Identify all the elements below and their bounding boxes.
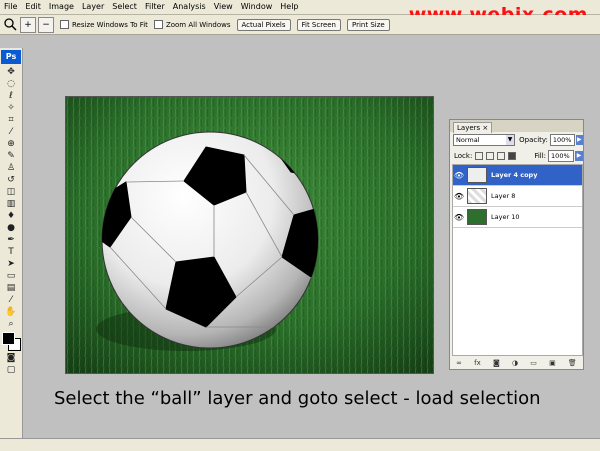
stamp-tool-icon[interactable]: ♙: [0, 162, 22, 174]
eye-icon[interactable]: 👁: [453, 171, 465, 180]
menu-select[interactable]: Select: [108, 0, 141, 14]
print-size-button[interactable]: Print Size: [347, 18, 390, 31]
menu-filter[interactable]: Filter: [141, 0, 169, 14]
menu-file[interactable]: File: [0, 0, 21, 14]
zoom-tool-icon[interactable]: [2, 17, 18, 33]
menu-layer[interactable]: Layer: [78, 0, 108, 14]
lock-position-icon[interactable]: [497, 152, 506, 160]
layers-panel-titlebar[interactable]: Layers ×: [450, 120, 583, 133]
adjustment-layer-icon[interactable]: ◑: [512, 359, 518, 367]
layer-row-layer-4-copy[interactable]: 👁 Layer 4 copy: [453, 165, 582, 186]
new-layer-icon[interactable]: ▣: [549, 359, 556, 367]
blend-mode-value: Normal: [456, 136, 480, 144]
menu-help[interactable]: Help: [276, 0, 302, 14]
zoom-in-icon[interactable]: +: [20, 16, 36, 33]
type-tool-icon[interactable]: T: [0, 246, 22, 258]
layer-row-layer-10[interactable]: 👁 Layer 10: [453, 207, 582, 228]
layers-panel: Layers × Normal ▼ Opacity: 100% ▶ Lock: F…: [449, 119, 584, 370]
layers-tab-label: Layers: [457, 124, 481, 132]
layer-name: Layer 4 copy: [491, 171, 538, 179]
resize-windows-checkbox[interactable]: Resize Windows To Fit: [60, 20, 148, 29]
hand-tool-icon[interactable]: ✋: [0, 306, 22, 318]
checkbox-box[interactable]: [60, 20, 69, 29]
lock-label: Lock:: [454, 152, 473, 160]
history-brush-tool-icon[interactable]: ↺: [0, 174, 22, 186]
quick-mask-icon[interactable]: ◙: [0, 352, 22, 364]
layer-style-icon[interactable]: fx: [474, 359, 481, 367]
lock-transparent-icon[interactable]: [475, 152, 484, 160]
fill-label: Fill:: [534, 152, 547, 160]
shape-tool-icon[interactable]: ▭: [0, 270, 22, 282]
layer-row-layer-8[interactable]: 👁 Layer 8: [453, 186, 582, 207]
tutorial-caption: Select the “ball” layer and goto select …: [54, 388, 541, 409]
zoom-all-windows-checkbox[interactable]: Zoom All Windows: [153, 20, 231, 29]
zoom-all-windows-label: Zoom All Windows: [165, 20, 231, 29]
blend-opacity-row: Normal ▼ Opacity: 100% ▶: [450, 132, 584, 148]
eye-icon[interactable]: 👁: [453, 192, 465, 201]
trash-icon[interactable]: 🗑: [568, 359, 577, 367]
layer-thumbnail: [467, 209, 487, 225]
layer-thumbnail: [467, 188, 487, 204]
pen-tool-icon[interactable]: ✒: [0, 234, 22, 246]
layers-tab[interactable]: Layers ×: [453, 122, 493, 133]
eyedropper-tool-icon[interactable]: ⁄: [0, 126, 22, 138]
status-bar: [0, 438, 600, 451]
opacity-field[interactable]: 100%: [549, 134, 575, 146]
eyedropper-2-tool-icon[interactable]: ⁄: [0, 294, 22, 306]
ps-logo: Ps: [1, 50, 21, 64]
layer-name: Layer 8: [491, 192, 516, 200]
crop-tool-icon[interactable]: ⌗: [0, 114, 22, 126]
link-layers-icon[interactable]: ∞: [456, 359, 462, 367]
gradient-tool-icon[interactable]: ▥: [0, 198, 22, 210]
opacity-label: Opacity:: [519, 136, 548, 144]
lock-pixels-icon[interactable]: [486, 152, 495, 160]
dodge-tool-icon[interactable]: ●: [0, 222, 22, 234]
layer-mask-icon[interactable]: ◙: [493, 359, 500, 367]
fill-field[interactable]: 100%: [548, 150, 575, 162]
eraser-tool-icon[interactable]: ◫: [0, 186, 22, 198]
blur-tool-icon[interactable]: ♦: [0, 210, 22, 222]
menu-window[interactable]: Window: [237, 0, 277, 14]
healing-brush-tool-icon[interactable]: ⊕: [0, 138, 22, 150]
lock-all-icon[interactable]: [508, 152, 517, 160]
menu-edit[interactable]: Edit: [21, 0, 45, 14]
menu-analysis[interactable]: Analysis: [169, 0, 210, 14]
blend-mode-select[interactable]: Normal ▼: [453, 134, 516, 146]
toolbox: Ps ✥ ◌ ℓ ✧ ⌗ ⁄ ⊕ ✎ ♙ ↺ ◫ ▥ ♦ ● ✒ T ➤ ▭ ▤…: [0, 48, 23, 438]
color-swatches[interactable]: [0, 330, 22, 352]
zoom-out-icon[interactable]: −: [38, 16, 54, 33]
layer-thumbnail: [467, 167, 487, 183]
notes-tool-icon[interactable]: ▤: [0, 282, 22, 294]
brush-tool-icon[interactable]: ✎: [0, 150, 22, 162]
marquee-tool-icon[interactable]: ◌: [0, 78, 22, 90]
layer-list: 👁 Layer 4 copy 👁 Layer 8 👁 Layer 10: [452, 164, 583, 356]
magic-wand-tool-icon[interactable]: ✧: [0, 102, 22, 114]
screen-mode-icon[interactable]: ▢: [0, 364, 22, 376]
document-canvas[interactable]: [65, 96, 434, 374]
eye-icon[interactable]: 👁: [453, 213, 465, 222]
fill-arrow-icon[interactable]: ▶: [575, 151, 584, 161]
actual-pixels-button[interactable]: Actual Pixels: [236, 18, 291, 31]
layers-panel-footer: ∞ fx ◙ ◑ ▭ ▣ 🗑: [450, 356, 583, 369]
checkbox-box[interactable]: [153, 20, 163, 29]
lasso-tool-icon[interactable]: ℓ: [0, 90, 22, 102]
path-select-tool-icon[interactable]: ➤: [0, 258, 22, 270]
menu-image[interactable]: Image: [45, 0, 78, 14]
move-tool-icon[interactable]: ✥: [0, 66, 22, 78]
opacity-arrow-icon[interactable]: ▶: [575, 135, 584, 145]
lock-fill-row: Lock: Fill: 100% ▶: [450, 148, 584, 164]
menu-view[interactable]: View: [210, 0, 237, 14]
resize-windows-label: Resize Windows To Fit: [72, 20, 148, 29]
foreground-color-swatch[interactable]: [2, 332, 15, 345]
zoom-tool-icon[interactable]: ⌕: [0, 318, 22, 330]
fit-screen-button[interactable]: Fit Screen: [296, 18, 341, 31]
chevron-down-icon[interactable]: ▼: [506, 135, 515, 145]
new-group-icon[interactable]: ▭: [530, 359, 537, 367]
layer-name: Layer 10: [491, 213, 520, 221]
options-bar: + − Resize Windows To Fit Zoom All Windo…: [0, 15, 600, 35]
